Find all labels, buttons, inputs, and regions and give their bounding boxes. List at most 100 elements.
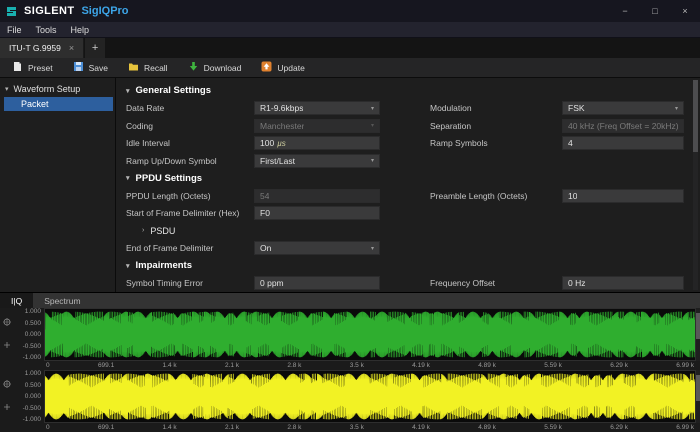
row-coding-separation: Coding Manchester▾ Separation 40 kHz (Fr… — [126, 118, 686, 133]
tab-spectrum[interactable]: Spectrum — [33, 293, 91, 308]
chevron-down-icon: ▾ — [126, 262, 130, 270]
y-tick: 0.000 — [25, 331, 41, 338]
chevron-down-icon: ▾ — [368, 245, 374, 252]
update-button[interactable]: Update — [261, 61, 304, 74]
tab-close-icon[interactable]: × — [69, 43, 74, 53]
plot-tabbar: I|Q Spectrum — [0, 293, 700, 308]
row-sfd: Start of Frame Delimiter (Hex) F0 — [126, 206, 686, 221]
maximize-button[interactable]: □ — [640, 0, 670, 22]
sfd-label: Start of Frame Delimiter (Hex) — [126, 208, 254, 218]
sfd-input[interactable]: F0 — [254, 206, 380, 220]
i-waveform — [45, 309, 695, 360]
plots: 1.000 0.500 0.000 -0.500 -1.000 0 — [0, 308, 700, 432]
x-tick: 0 — [46, 424, 50, 432]
add-tab-button[interactable]: + — [85, 38, 105, 58]
ppdu-length-label: PPDU Length (Octets) — [126, 191, 254, 201]
modulation-select[interactable]: FSK▾ — [562, 101, 684, 115]
i-waveform-display[interactable] — [44, 308, 696, 361]
page-icon — [12, 61, 23, 74]
autoscale-icon[interactable] — [3, 375, 11, 393]
idle-interval-label: Idle Interval — [126, 138, 254, 148]
x-tick: 2.8 k — [287, 362, 301, 370]
x-tick: 2.1 k — [225, 362, 239, 370]
update-icon — [261, 61, 272, 74]
chevron-down-icon: ▾ — [5, 85, 9, 93]
row-ramp-updown: Ramp Up/Down Symbol First/Last▾ — [126, 153, 686, 168]
y-tick: 0.500 — [25, 320, 41, 327]
x-tick: 1.4 k — [163, 362, 177, 370]
menubar: File Tools Help — [0, 22, 700, 38]
section-psdu[interactable]: ›PSDU — [126, 226, 684, 236]
section-impairments[interactable]: ▾Impairments — [126, 260, 684, 271]
menu-tools[interactable]: Tools — [29, 25, 64, 35]
section-ppdu-settings[interactable]: ▾PPDU Settings — [126, 173, 684, 184]
preset-button[interactable]: Preset — [12, 61, 53, 74]
app-title: SigIQPro — [81, 5, 128, 17]
chevron-down-icon: ▾ — [126, 87, 130, 95]
data-rate-select[interactable]: R1-9.6kbps▾ — [254, 101, 380, 115]
efd-select[interactable]: On▾ — [254, 241, 380, 255]
chevron-down-icon: ▾ — [126, 174, 130, 182]
close-button[interactable]: × — [670, 0, 700, 22]
y-tick: 0.500 — [25, 382, 41, 389]
save-button[interactable]: Save — [73, 61, 108, 74]
i-plot-scrollbar[interactable] — [696, 308, 700, 361]
x-tick: 6.29 k — [610, 424, 628, 432]
scrollbar-thumb[interactable] — [696, 375, 700, 401]
ramp-symbols-label: Ramp Symbols — [430, 138, 562, 148]
plot-panel: I|Q Spectrum 1.000 0.500 0.000 -0.500 — [0, 292, 700, 432]
x-tick: 4.19 k — [412, 362, 430, 370]
row-data-rate-modulation: Data Rate R1-9.6kbps▾ Modulation FSK▾ — [126, 101, 686, 116]
settings-scrollbar[interactable] — [693, 80, 698, 290]
sidebar-item-packet[interactable]: Packet — [4, 97, 113, 111]
ramp-symbols-input[interactable]: 4 — [562, 136, 684, 150]
idle-interval-input[interactable]: 100µs — [254, 136, 380, 150]
chevron-down-icon: ▾ — [368, 105, 374, 112]
q-waveform-display[interactable] — [44, 370, 696, 423]
document-tabbar: ITU-T G.9959 × + — [0, 38, 700, 58]
scrollbar-thumb[interactable] — [693, 80, 698, 152]
y-tick: 1.000 — [25, 370, 41, 377]
symbol-timing-error-input[interactable]: 0 ppm — [254, 276, 380, 290]
cursor-icon[interactable] — [3, 398, 11, 416]
recall-button[interactable]: Recall — [128, 61, 168, 74]
q-plot-main: 1.000 0.500 0.000 -0.500 -1.000 0 — [14, 370, 700, 432]
preamble-length-input[interactable]: 10 — [562, 189, 684, 203]
section-general-settings[interactable]: ▾General Settings — [126, 85, 684, 96]
chevron-right-icon: › — [142, 227, 144, 234]
row-impairments-fields: Symbol Timing Error 0 ppm Frequency Offs… — [126, 276, 686, 291]
q-x-axis: 0 699.1 1.4 k 2.1 k 2.8 k 3.5 k 4.19 k 4… — [14, 423, 700, 432]
download-button[interactable]: Download — [188, 61, 242, 74]
chevron-down-icon: ▾ — [368, 157, 374, 164]
x-tick: 0 — [46, 362, 50, 370]
tab-itu-t-g9959[interactable]: ITU-T G.9959 × — [0, 38, 84, 58]
menu-help[interactable]: Help — [64, 25, 97, 35]
tab-label: ITU-T G.9959 — [9, 43, 61, 53]
ramp-updown-select[interactable]: First/Last▾ — [254, 154, 380, 168]
frequency-offset-input[interactable]: 0 Hz — [562, 276, 684, 290]
tab-iq[interactable]: I|Q — [0, 293, 33, 308]
x-tick: 6.99 k — [676, 362, 694, 370]
y-tick: 0.000 — [25, 393, 41, 400]
sidebar-item-waveform-setup[interactable]: ▾ Waveform Setup — [0, 82, 115, 96]
x-tick: 699.1 — [98, 362, 114, 370]
scrollbar-thumb[interactable] — [696, 313, 700, 339]
menu-file[interactable]: File — [0, 25, 29, 35]
i-channel-plot: 1.000 0.500 0.000 -0.500 -1.000 0 — [0, 308, 700, 370]
floppy-icon — [73, 61, 84, 74]
ppdu-length-field: 54 — [254, 189, 380, 203]
main-content: ▾ Waveform Setup Packet ▾General Setting… — [0, 78, 700, 292]
q-waveform — [45, 371, 695, 422]
cursor-icon[interactable] — [3, 336, 11, 354]
x-tick: 6.99 k — [676, 424, 694, 432]
x-tick: 699.1 — [98, 424, 114, 432]
minimize-button[interactable]: − — [610, 0, 640, 22]
efd-label: End of Frame Delimiter — [126, 243, 254, 253]
autoscale-icon[interactable] — [3, 313, 11, 331]
q-plot-tools — [0, 370, 14, 432]
i-plot-main: 1.000 0.500 0.000 -0.500 -1.000 0 — [14, 308, 700, 370]
x-tick: 1.4 k — [163, 424, 177, 432]
q-plot-scrollbar[interactable] — [696, 370, 700, 423]
x-tick: 4.89 k — [478, 362, 496, 370]
x-tick: 3.5 k — [350, 424, 364, 432]
